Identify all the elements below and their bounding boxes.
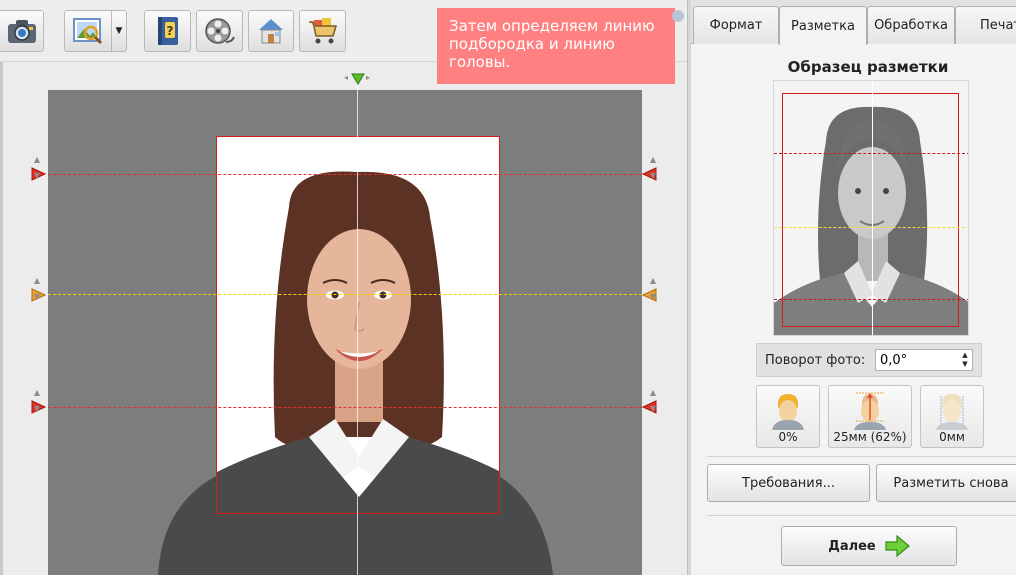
hint-text: Затем определяем линию подбородка и лини…: [449, 17, 655, 71]
requirements-button[interactable]: Требования...: [707, 464, 870, 502]
remark-again-button[interactable]: Разметить снова: [876, 464, 1016, 502]
tab-processing[interactable]: Обработка: [867, 6, 955, 44]
side-offset-button[interactable]: 0мм: [920, 385, 984, 448]
rotation-spinner[interactable]: ▲ ▼: [959, 351, 971, 369]
camera-button[interactable]: [0, 10, 44, 52]
portrait-photo: [217, 171, 499, 513]
separator: [707, 456, 1016, 457]
head-line-left-arrows[interactable]: ▲ ▼: [32, 156, 42, 180]
home-icon: [259, 19, 283, 44]
face-height-button[interactable]: 25мм (62%): [828, 385, 912, 448]
tab-bar: Формат Разметка Обработка Печать: [691, 0, 1016, 45]
eye-line-right-arrows[interactable]: ▲ ▼: [648, 277, 658, 301]
shopping-cart-icon: [308, 18, 337, 44]
tab-print[interactable]: Печать: [955, 6, 1016, 44]
video-button[interactable]: [196, 10, 243, 52]
next-button-label: Далее: [828, 538, 876, 554]
cart-button[interactable]: [299, 10, 346, 52]
face-width-icon: [936, 394, 968, 430]
crop-frame[interactable]: [216, 136, 500, 514]
head-line-right-arrows[interactable]: ▲ ▼: [648, 156, 658, 180]
center-guide-line[interactable]: [357, 76, 358, 575]
head-crown-icon: [772, 394, 804, 430]
svg-text:▸: ▸: [366, 73, 370, 82]
crown-offset-button[interactable]: 0%: [756, 385, 820, 448]
green-arrow-right-icon: [885, 535, 910, 557]
side-offset-value: 0мм: [939, 430, 965, 444]
face-height-icon: [854, 392, 886, 430]
crown-offset-value: 0%: [778, 430, 798, 444]
hint-close-icon[interactable]: [672, 10, 684, 22]
svg-text:?: ?: [166, 24, 173, 38]
camera-icon: [7, 20, 36, 43]
center-marker-handle[interactable]: ◂ ▸: [343, 70, 375, 90]
eye-line-left-arrows[interactable]: ▲ ▼: [32, 277, 42, 301]
markup-panel: Образец разметки Поворот фото: ▲▼: [691, 44, 1016, 575]
video-film-icon: [204, 18, 235, 44]
home-button[interactable]: [248, 10, 294, 52]
zoom-image-icon: [73, 18, 103, 45]
rotation-control: Поворот фото: ▲▼: [756, 343, 982, 377]
tab-format[interactable]: Формат: [693, 6, 779, 44]
face-height-value: 25мм (62%): [833, 430, 907, 444]
help-button[interactable]: ?: [144, 10, 191, 52]
next-button[interactable]: Далее: [781, 526, 957, 566]
head-top-guide-line[interactable]: [48, 174, 642, 175]
chin-line-left-arrows[interactable]: ▲ ▼: [32, 389, 42, 413]
svg-text:◂: ◂: [344, 73, 348, 82]
separator: [707, 515, 1016, 516]
sample-markup-image: [773, 80, 969, 336]
sample-center-line: [872, 81, 873, 335]
help-book-icon: ?: [157, 17, 178, 45]
zoom-dropdown[interactable]: ▼: [112, 10, 127, 52]
chevron-down-icon: ▼: [115, 26, 123, 36]
rotation-label: Поворот фото:: [765, 353, 866, 368]
sample-crop-frame: [782, 93, 959, 327]
sample-title: Образец разметки: [787, 58, 949, 76]
tab-markup[interactable]: Разметка: [779, 6, 867, 45]
zoom-image-button[interactable]: [64, 10, 112, 52]
chin-guide-line[interactable]: [48, 407, 642, 408]
eye-guide-line[interactable]: [48, 294, 642, 295]
chin-line-right-arrows[interactable]: ▲ ▼: [648, 389, 658, 413]
hint-tooltip: Затем определяем линию подбородка и лини…: [437, 8, 675, 84]
